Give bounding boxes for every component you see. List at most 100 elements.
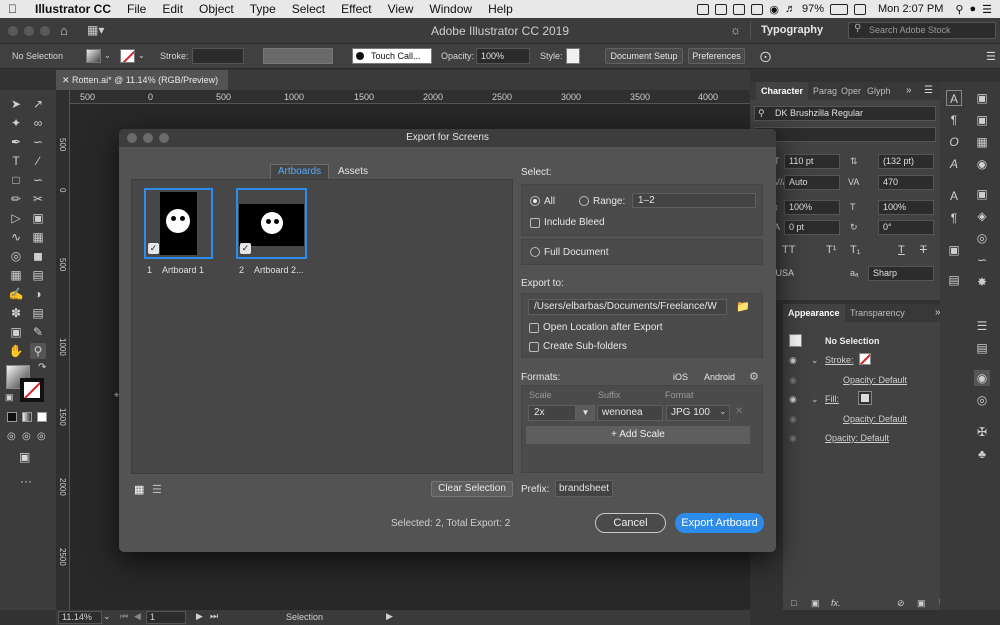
expand-chevron-icon[interactable]: ⌄ [811, 394, 819, 405]
color-mode-icon[interactable] [7, 412, 17, 422]
airplay-icon[interactable] [751, 3, 764, 15]
open-location-checkbox[interactable] [529, 323, 539, 333]
visibility-eye-icon[interactable]: ◉ [789, 355, 797, 366]
prefix-input[interactable]: brandsheet [555, 480, 613, 497]
export-path-input[interactable]: /Users/elbarbas/Documents/Freelance/W [528, 299, 727, 315]
menu-effect[interactable]: Effect [333, 2, 379, 16]
variable-width-profile[interactable] [263, 48, 333, 64]
vertical-scale-field[interactable]: 100% [784, 200, 840, 215]
clubs-symbol-icon[interactable]: ♣ [974, 446, 990, 462]
clear-selection-button[interactable]: Clear Selection [431, 481, 513, 497]
anti-aliasing-field[interactable]: Sharp [868, 266, 934, 281]
scissors-tool-icon[interactable]: ✂ [30, 191, 46, 207]
slice-tool-icon[interactable]: ✎ [30, 324, 46, 340]
paragraph-styles-icon[interactable]: ¶ [946, 210, 962, 226]
close-tab-icon[interactable]: ✕ [62, 75, 72, 85]
artboard-tool-icon[interactable]: ▣ [8, 324, 24, 340]
creative-cloud-icon[interactable] [697, 3, 710, 15]
tracking-field[interactable]: 470 [878, 175, 934, 190]
range-radio[interactable] [579, 196, 589, 206]
stock-search-input[interactable]: Search Adobe Stock [848, 22, 996, 39]
artboards-panel-icon[interactable]: ▣ [946, 242, 962, 258]
collapse-panel-icon[interactable]: » [906, 85, 912, 96]
tab-glyphs[interactable]: Glyph [862, 82, 896, 100]
magic-wand-tool-icon[interactable]: ✦ [8, 115, 24, 131]
previous-artboard-icon[interactable]: ◀ [134, 611, 141, 622]
format-dropdown-chevron-icon[interactable]: ⌄ [719, 406, 727, 417]
cancel-button[interactable]: Cancel [595, 513, 666, 533]
tab-artboards[interactable]: Artboards [270, 164, 329, 180]
hand-tool-icon[interactable]: ✋ [8, 343, 24, 359]
opentype-panel-icon[interactable]: O [946, 134, 962, 150]
stroke-weight-input[interactable] [192, 48, 244, 64]
puppet-warp-icon[interactable]: ✠ [974, 424, 990, 440]
add-new-effect-icon[interactable]: fx. [831, 598, 841, 608]
visibility-eye-icon[interactable]: ◉ [789, 433, 797, 444]
notification-center-icon[interactable]: ☰ [982, 3, 992, 16]
zoom-dropdown-chevron-icon[interactable]: ⌄ [103, 611, 111, 622]
full-document-radio[interactable] [530, 247, 540, 257]
add-scale-button[interactable]: + Add Scale [526, 426, 750, 444]
gradient-tool-icon[interactable]: ▤ [30, 267, 46, 283]
draw-normal-icon[interactable]: ◎ [7, 431, 16, 442]
menu-view[interactable]: View [380, 2, 422, 16]
horizontal-scale-field[interactable]: 100% [878, 200, 934, 215]
color-panel-icon[interactable]: ◉ [974, 156, 990, 172]
draw-behind-icon[interactable]: ◎ [22, 431, 31, 442]
font-style-field[interactable]: ular [754, 127, 936, 142]
artboard-thumbnail[interactable]: ✓ [144, 188, 213, 259]
menu-window[interactable]: Window [421, 2, 480, 16]
line-tool-icon[interactable]: ∕ [30, 153, 46, 169]
blend-tool-icon[interactable]: ◑ [30, 286, 46, 302]
stroke-opacity-row[interactable]: Opacity: Default [843, 375, 907, 385]
range-input[interactable]: 1–2 [632, 193, 756, 208]
subscript-icon[interactable]: T₁ [850, 244, 860, 256]
include-bleed-checkbox[interactable] [530, 218, 540, 228]
next-artboard-icon[interactable]: ▶ [196, 611, 203, 622]
fill-dropdown-chevron-icon[interactable]: ⌄ [104, 51, 111, 60]
dialog-close-icon[interactable] [127, 133, 137, 143]
stroke-panel-icon[interactable]: ☰ [974, 318, 990, 334]
fill-swatch[interactable] [86, 49, 101, 63]
tab-assets[interactable]: Assets [332, 164, 374, 180]
lightbulb-icon[interactable]: ☼ [730, 23, 741, 37]
visibility-eye-icon[interactable]: ◉ [789, 394, 797, 405]
spotlight-icon[interactable]: ⚲ [955, 3, 963, 16]
first-artboard-icon[interactable]: ⏮ [120, 611, 128, 622]
wifi-icon[interactable]: ◉ [769, 3, 779, 16]
reflect-tool-icon[interactable]: ▷ [8, 210, 24, 226]
siri-icon[interactable]: ● [969, 3, 976, 15]
graphic-style-swatch[interactable] [566, 48, 580, 64]
glyphs-panel-icon[interactable]: A [946, 156, 962, 172]
menu-help[interactable]: Help [480, 2, 521, 16]
folder-icon[interactable]: 📁 [736, 300, 750, 313]
shape-builder-tool-icon[interactable]: ◎ [8, 248, 24, 264]
symbols-panel-icon[interactable]: ✸ [974, 274, 990, 290]
asset-export-icon[interactable]: ▣ [974, 186, 990, 202]
font-family-field[interactable]: DK Brushzilla Regular [754, 106, 936, 121]
underline-icon[interactable]: T [898, 244, 905, 256]
fill-row-label[interactable]: Fill: [825, 394, 839, 404]
workspace-switcher[interactable]: Typography [750, 21, 840, 39]
mesh-tool-icon[interactable]: ▦ [8, 267, 24, 283]
pen-tool-icon[interactable]: ✒ [8, 134, 24, 150]
edit-toolbar-icon[interactable]: ··· [20, 474, 32, 488]
suffix-input[interactable]: wenonea [597, 405, 663, 421]
artboard-number-field[interactable]: 1 [146, 611, 186, 624]
lasso-tool-icon[interactable]: ∞ [30, 115, 46, 131]
brush-definition[interactable]: Touch Call... [352, 48, 432, 64]
tab-appearance[interactable]: Appearance [783, 304, 845, 322]
column-graph-tool-icon[interactable]: ▤ [30, 305, 46, 321]
cloud-icon[interactable] [733, 3, 746, 15]
swap-colors-icon[interactable]: ↷ [38, 362, 46, 373]
remove-scale-icon[interactable]: ✕ [735, 406, 743, 417]
menu-select[interactable]: Select [284, 2, 333, 16]
leading-field[interactable]: (132 pt) [878, 154, 934, 169]
artboard-2-name[interactable]: Artboard 2... [254, 265, 304, 275]
appearance-panel-icon[interactable]: ◉ [974, 370, 990, 386]
baseline-shift-field[interactable]: 0 pt [784, 220, 840, 235]
selection-tool-icon[interactable]: ➤ [8, 96, 24, 112]
apple-icon[interactable]:  [0, 2, 25, 16]
create-subfolders-checkbox[interactable] [529, 342, 539, 352]
symbol-sprayer-tool-icon[interactable]: ✽ [8, 305, 24, 321]
